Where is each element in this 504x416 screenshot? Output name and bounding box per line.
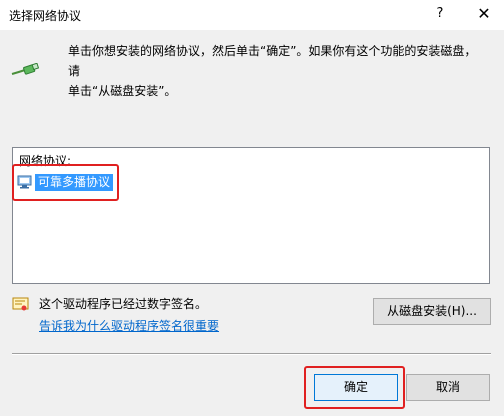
driver-signing-link[interactable]: 告诉我为什么驱动程序签名很重要 [39,317,219,334]
help-button[interactable]: ? [430,4,450,24]
instruction-line-2: 单击“从磁盘安装”。 [68,84,177,98]
separator [12,353,491,355]
title-bar: 选择网络协议 ? ✕ [0,0,504,30]
annotation-highlight-protocol [12,164,119,201]
have-disk-button[interactable]: 从磁盘安装(H)... [373,298,491,325]
instruction-line-1: 单击你想安装的网络协议，然后单击“确定”。如果你有这个功能的安装磁盘，请 [68,44,477,78]
window-title: 选择网络协议 [9,9,82,23]
certificate-icon [12,297,30,316]
driver-signed-text: 这个驱动程序已经过数字签名。 [39,297,208,311]
annotation-highlight-ok [304,366,405,409]
network-cable-icon [11,62,41,82]
close-button[interactable]: ✕ [472,4,496,24]
instruction-text: 单击你想安装的网络协议，然后单击“确定”。如果你有这个功能的安装磁盘，请 单击“… [68,41,488,101]
cancel-button[interactable]: 取消 [406,374,490,401]
